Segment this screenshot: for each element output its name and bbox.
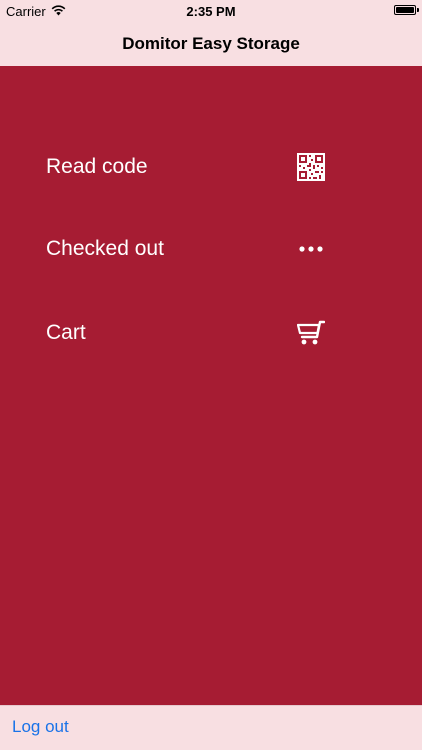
log-out-button[interactable]: Log out — [12, 717, 69, 737]
menu-item-checked-out[interactable]: Checked out — [46, 224, 336, 274]
more-dots-icon — [296, 234, 326, 264]
battery-icon — [394, 5, 419, 15]
menu-item-read-code[interactable]: Read code — [46, 142, 336, 192]
nav-bar: Domitor Easy Storage — [0, 22, 422, 66]
menu-panel: Read code Checked out Cart — [0, 66, 422, 705]
qr-code-icon — [296, 152, 326, 182]
page-title: Domitor Easy Storage — [122, 34, 300, 53]
menu-item-label: Read code — [46, 155, 148, 178]
status-bar: Carrier 2:35 PM — [0, 0, 422, 22]
cart-icon — [296, 318, 326, 348]
menu-item-label: Cart — [46, 321, 86, 344]
status-right — [394, 5, 419, 15]
bottom-toolbar: Log out — [0, 705, 422, 750]
menu-item-label: Checked out — [46, 237, 164, 260]
menu-item-cart[interactable]: Cart — [46, 308, 336, 358]
status-time: 2:35 PM — [186, 4, 236, 19]
app-screen: Carrier 2:35 PM Domitor Easy Storage Rea… — [0, 0, 422, 750]
